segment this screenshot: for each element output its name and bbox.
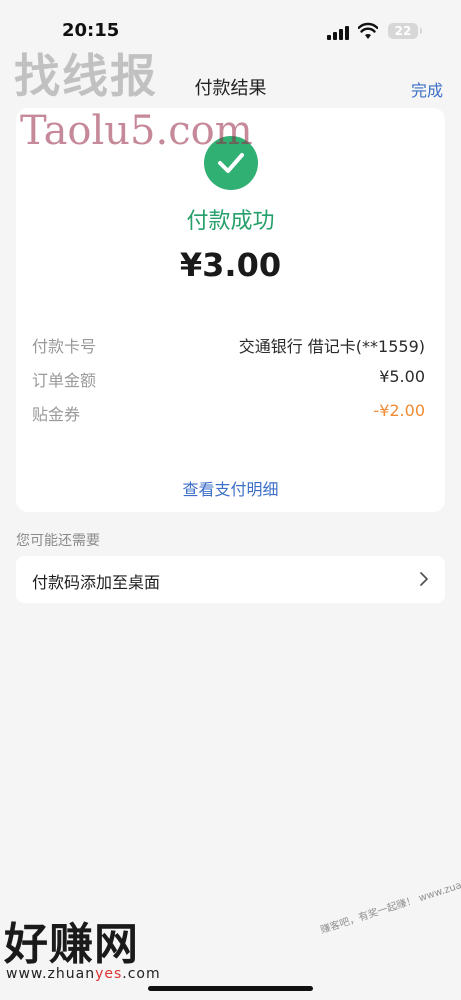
home-indicator[interactable] (148, 986, 313, 991)
watermark-top-en: Taolu5.com (20, 108, 253, 154)
status-time: 20:15 (62, 20, 120, 41)
battery-tip (420, 28, 422, 34)
watermark-url-suffix: .com (122, 966, 161, 982)
watermark-slogan: 赚客吧，有奖一起赚！ www.zuanke8.com (319, 865, 461, 937)
detail-value: -¥2.00 (373, 401, 425, 420)
watermark-bottom-url: www.zhuanyes.com (6, 966, 161, 982)
view-payment-details-link[interactable]: 查看支付明细 (16, 476, 445, 500)
detail-value: 交通银行 借记卡(**1559) (238, 337, 425, 356)
suggestions-heading: 您可能还需要 (16, 533, 100, 549)
watermark-url-highlight: yes (95, 966, 123, 982)
detail-row-coupon: 贴金券 -¥2.00 (32, 401, 425, 425)
signal-icon (327, 26, 349, 40)
done-button[interactable]: 完成 (411, 77, 443, 101)
detail-label: 订单金额 (32, 371, 97, 390)
watermark-top-cn: 找线报 (14, 49, 158, 103)
payment-result-card: 付款成功 ¥3.00 付款卡号 交通银行 借记卡(**1559) 订单金额 ¥5… (16, 108, 445, 512)
detail-value: ¥5.00 (379, 367, 425, 386)
chevron-right-icon (420, 572, 428, 586)
battery-indicator: 22 (388, 23, 418, 39)
detail-label: 付款卡号 (32, 337, 97, 356)
watermark-bottom-cn: 好赚网 (4, 919, 139, 970)
detail-row-order-amount: 订单金额 ¥5.00 (32, 367, 425, 391)
list-item-label: 付款码添加至桌面 (32, 573, 161, 592)
wifi-icon (358, 22, 378, 39)
detail-row-card: 付款卡号 交通银行 借记卡(**1559) (32, 333, 425, 357)
watermark-url-prefix: www.zhuan (6, 966, 96, 982)
add-pay-code-to-desktop-row[interactable]: 付款码添加至桌面 (16, 556, 445, 603)
detail-label: 贴金券 (32, 405, 81, 424)
payment-status-title: 付款成功 (186, 209, 275, 234)
payment-amount: ¥3.00 (179, 246, 282, 284)
